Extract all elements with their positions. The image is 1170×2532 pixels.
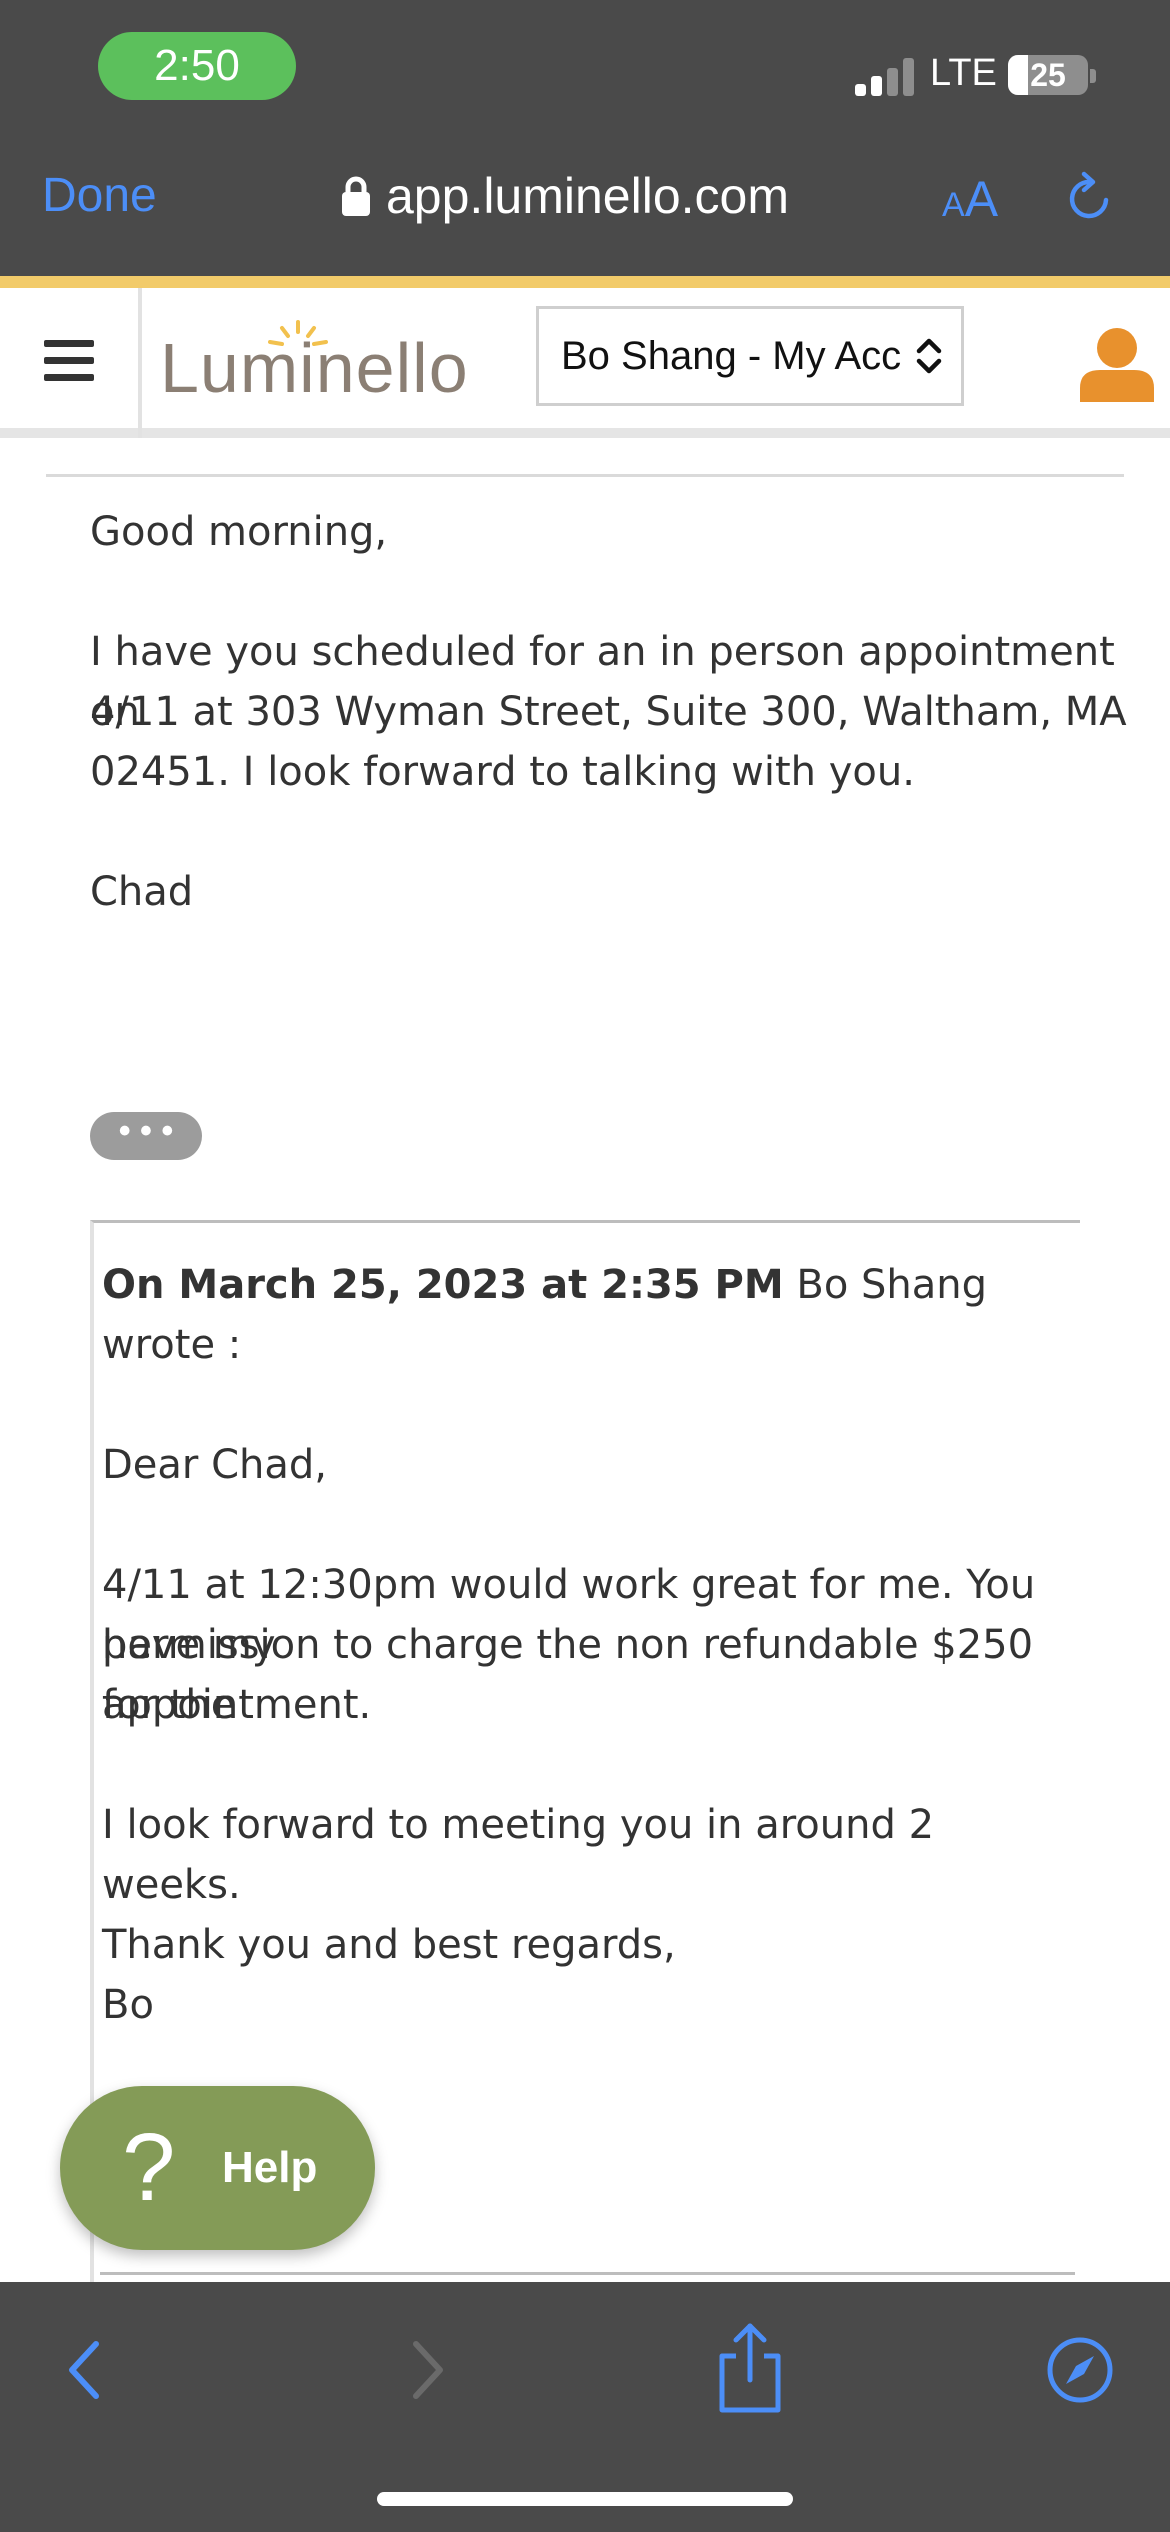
text-size-button[interactable]: AA bbox=[942, 170, 998, 228]
reload-icon[interactable] bbox=[1062, 170, 1118, 226]
menu-icon[interactable] bbox=[44, 340, 94, 382]
share-icon[interactable] bbox=[710, 2320, 790, 2416]
show-quoted-text-button[interactable]: • • • bbox=[90, 1112, 202, 1160]
header-divider bbox=[138, 288, 142, 438]
cellular-signal-icon bbox=[855, 58, 915, 96]
luminello-logo[interactable]: Luminello bbox=[160, 320, 480, 408]
status-time: 2:50 bbox=[98, 32, 296, 100]
message-body-line: 4/11 at 303 Wyman Street, Suite 300, Wal… bbox=[90, 689, 1127, 735]
home-indicator[interactable] bbox=[377, 2492, 793, 2506]
quoted-body-line: I look forward to meeting you in around … bbox=[102, 1802, 935, 1908]
battery-cap bbox=[1090, 69, 1096, 83]
user-icon[interactable] bbox=[1080, 326, 1154, 402]
quoted-body-line: appointment. bbox=[102, 1682, 372, 1728]
browser-toolbar bbox=[0, 2282, 1170, 2532]
address-bar[interactable]: app.luminello.com bbox=[340, 164, 789, 228]
logo-wordmark: Luminello bbox=[160, 329, 469, 407]
quoted-name: Bo bbox=[102, 1982, 154, 2028]
app-header: Luminello Bo Shang - My Acco bbox=[0, 288, 1170, 438]
brand-accent-line bbox=[0, 276, 1170, 288]
text-size-large: A bbox=[964, 171, 999, 227]
forward-icon[interactable] bbox=[384, 2330, 464, 2410]
battery-icon: 25 bbox=[1008, 55, 1088, 95]
quoted-bottom-divider bbox=[100, 2272, 1075, 2275]
text-size-small: A bbox=[942, 186, 965, 224]
message-greeting: Good morning, bbox=[90, 509, 388, 555]
lock-icon bbox=[342, 176, 370, 216]
quoted-header: On March 25, 2023 at 2:35 PM Bo Shang wr… bbox=[102, 1255, 1082, 1375]
quoted-salutation: Dear Chad, bbox=[102, 1442, 327, 1488]
compass-icon[interactable] bbox=[1040, 2330, 1120, 2410]
done-button[interactable]: Done bbox=[42, 168, 157, 223]
help-button[interactable]: ? Help bbox=[60, 2086, 375, 2250]
account-select-value: Bo Shang - My Acco bbox=[561, 334, 901, 378]
message-signature: Chad bbox=[90, 869, 194, 915]
message-body-line: 02451. I look forward to talking with yo… bbox=[90, 749, 915, 795]
battery-percent: 25 bbox=[1030, 57, 1066, 93]
url-text: app.luminello.com bbox=[386, 168, 789, 224]
browser-top-bar: 2:50 LTE 25 Done app.luminello.com AA bbox=[0, 0, 1170, 276]
chevron-up-down-icon bbox=[916, 338, 942, 374]
question-mark-icon: ? bbox=[122, 2114, 176, 2221]
quoted-closing: Thank you and best regards, bbox=[102, 1922, 676, 1968]
message-divider bbox=[46, 474, 1124, 477]
quoted-header-date: On March 25, 2023 at 2:35 PM bbox=[102, 1262, 784, 1308]
network-type: LTE bbox=[930, 52, 997, 94]
help-button-label: Help bbox=[222, 2143, 318, 2192]
account-select[interactable]: Bo Shang - My Acco bbox=[536, 306, 964, 406]
back-icon[interactable] bbox=[48, 2330, 128, 2410]
